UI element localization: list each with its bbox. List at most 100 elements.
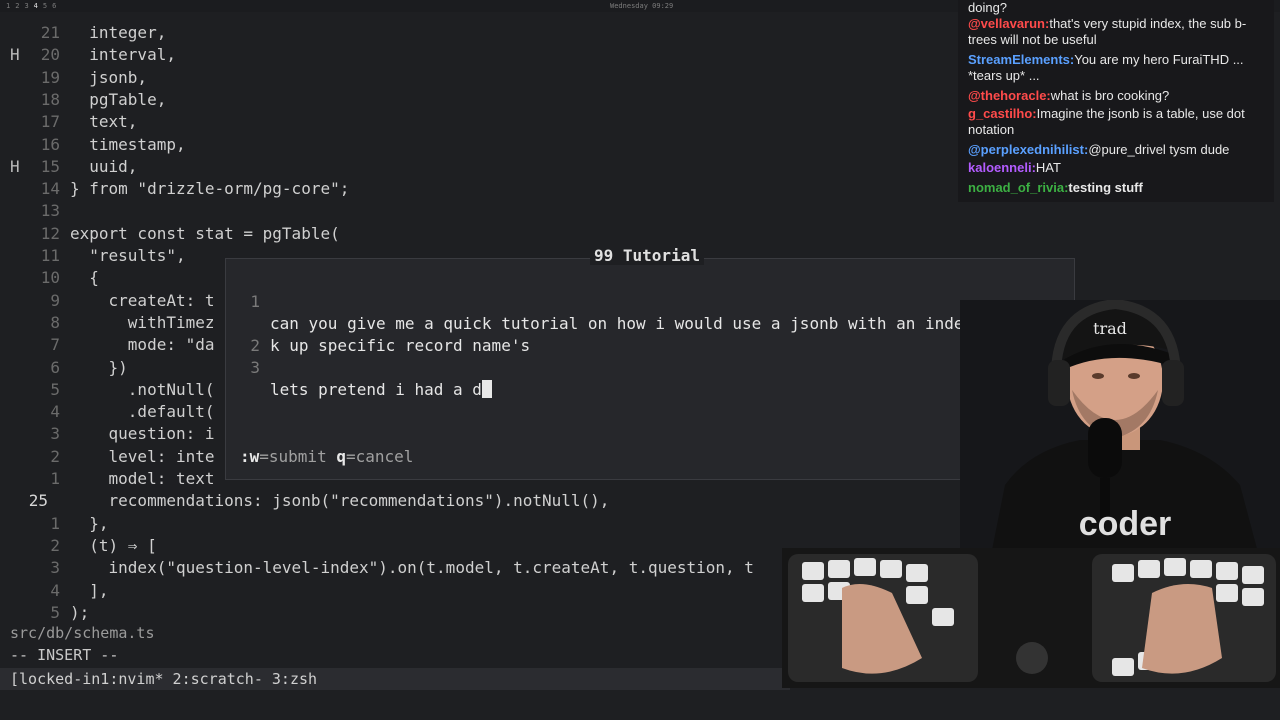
code-line[interactable]: 1 },	[0, 513, 960, 535]
chat-text: testing stuff	[1068, 180, 1143, 195]
file-path: src/db/schema.ts	[10, 624, 155, 642]
code-text[interactable]: })	[70, 357, 128, 379]
line-number: 8	[50, 312, 60, 332]
line-number: 1	[50, 469, 60, 488]
workspace-4[interactable]: 4	[34, 2, 38, 10]
code-line[interactable]: H 15 uuid,	[0, 156, 960, 178]
code-text[interactable]: uuid,	[70, 156, 137, 178]
tmux-status-bar[interactable]: [locked-in1:nvim* 2:scratch- 3:zsh	[0, 668, 790, 690]
chat-message: nomad_of_rivia:testing stuff	[968, 180, 1268, 196]
chat-text: @pure_drivel tysm dude	[1088, 142, 1230, 157]
code-line[interactable]: H 20 interval,	[0, 44, 960, 66]
popup-line-number: 3	[250, 358, 260, 377]
workspace-2[interactable]: 2	[15, 2, 19, 10]
popup-input-text[interactable]: lets pretend i had a d	[270, 380, 482, 399]
code-text[interactable]: integer,	[70, 22, 166, 44]
code-line[interactable]: 17 text,	[0, 111, 960, 133]
popup-input-line[interactable]: lets pretend i had a d	[270, 379, 492, 401]
workspace-1[interactable]: 1	[6, 2, 10, 10]
code-text[interactable]: mode: "da	[70, 334, 215, 356]
line-number: 16	[40, 134, 60, 154]
line-number: 3	[50, 558, 60, 578]
code-text[interactable]: jsonb,	[70, 67, 147, 89]
line-number: 1	[50, 513, 60, 533]
mode-indicator: -- INSERT --	[10, 646, 119, 664]
line-number: 20	[40, 45, 60, 65]
code-text[interactable]: .default(	[70, 401, 215, 423]
chat-username: StreamElements:	[968, 52, 1075, 67]
code-text[interactable]: );	[70, 602, 89, 624]
code-text[interactable]: model: text	[70, 468, 215, 490]
code-text[interactable]: },	[70, 513, 108, 535]
line-number: 4	[50, 580, 60, 600]
line-number: 15	[40, 156, 60, 176]
line-number: 19	[40, 67, 60, 87]
streamer-image: trad coder	[960, 300, 1280, 560]
chat-message: g_castilho:Imagine the jsonb is a table,…	[968, 106, 1268, 138]
line-number: 7	[50, 335, 60, 355]
code-text[interactable]: interval,	[70, 44, 176, 66]
code-text[interactable]: {	[70, 267, 99, 289]
chat-username: @thehoracle:	[968, 88, 1051, 103]
code-text[interactable]: timestamp,	[70, 134, 185, 156]
code-text[interactable]: } from "drizzle-orm/pg-core";	[70, 178, 349, 200]
code-text[interactable]: withTimez	[70, 312, 215, 334]
chat-username: kaloenneli:	[968, 160, 1036, 175]
line-number: 5	[50, 379, 60, 399]
line-number: 9	[50, 290, 60, 310]
webcam-video: trad coder	[960, 300, 1280, 560]
text-cursor	[481, 380, 492, 398]
workspace-3[interactable]: 3	[24, 2, 28, 10]
keyboard-camera	[782, 548, 1280, 688]
chat-text: doing?	[968, 0, 1008, 15]
code-text[interactable]: export const stat = pgTable(	[70, 223, 340, 245]
chat-username: g_castilho:	[968, 106, 1037, 121]
code-text[interactable]: text,	[70, 111, 137, 133]
chat-message: @thehoracle:what is bro cooking?	[968, 88, 1268, 104]
popup-line-text[interactable]: k up specific record name's	[270, 335, 530, 357]
workspace-6[interactable]: 6	[52, 2, 56, 10]
line-number: 2	[50, 535, 60, 555]
workspace-5[interactable]: 5	[43, 2, 47, 10]
code-text[interactable]: ],	[70, 580, 108, 602]
code-text[interactable]: recommendations: jsonb("recommendations"…	[70, 490, 610, 512]
code-text[interactable]: level: inte	[70, 446, 215, 468]
line-number: 6	[50, 357, 60, 377]
chat-username: nomad_of_rivia:	[968, 180, 1069, 195]
chat-username: @vellavarun:	[968, 16, 1050, 31]
code-line[interactable]: 21 integer,	[0, 22, 960, 44]
prompt-popup[interactable]: 1 can you give me a quick tutorial on ho…	[225, 258, 1075, 480]
code-line[interactable]: 18 pgTable,	[0, 89, 960, 111]
submit-label: =submit	[259, 447, 327, 466]
line-number: 12	[40, 223, 60, 243]
code-text[interactable]: pgTable,	[70, 89, 166, 111]
shirt-text: coder	[1079, 505, 1172, 543]
line-number: 3	[50, 424, 60, 444]
workspace-list: 1 2 3 4 5 6	[6, 2, 56, 10]
code-line[interactable]: 25 recommendations: jsonb("recommendatio…	[0, 490, 960, 512]
popup-line-text[interactable]: can you give me a quick tutorial on how …	[270, 313, 1041, 335]
cap-text: trad	[1093, 319, 1127, 338]
line-number: 10	[40, 268, 60, 288]
code-line[interactable]: 14} from "drizzle-orm/pg-core";	[0, 178, 960, 200]
code-text[interactable]: question: i	[70, 423, 215, 445]
popup-title: 99 Tutorial	[590, 246, 704, 265]
code-text[interactable]: index("question-level-index").on(t.model…	[70, 557, 754, 579]
code-line[interactable]: 12 export const stat = pgTable(	[0, 223, 960, 245]
chat-username: @perplexednihilist:	[968, 142, 1089, 157]
popup-line: 3 lets pretend i had a d	[226, 335, 492, 423]
code-text[interactable]: .notNull(	[70, 379, 215, 401]
code-line[interactable]: 16 timestamp,	[0, 134, 960, 156]
line-number: 13	[40, 201, 60, 221]
line-number: 5	[50, 602, 60, 622]
chat-message: @perplexednihilist:@pure_drivel tysm dud…	[968, 142, 1268, 158]
chat-text: HAT	[1035, 160, 1061, 175]
cancel-label: =cancel	[345, 447, 414, 466]
code-line[interactable]: 13	[0, 200, 960, 222]
code-text[interactable]: "results",	[70, 245, 185, 267]
code-text[interactable]: createAt: t	[70, 290, 215, 312]
popup-help: :w=submit q=cancel	[240, 447, 413, 466]
cancel-key: q	[336, 447, 346, 466]
code-text[interactable]: (t) ⇒ [	[70, 535, 156, 557]
code-line[interactable]: 19 jsonb,	[0, 67, 960, 89]
